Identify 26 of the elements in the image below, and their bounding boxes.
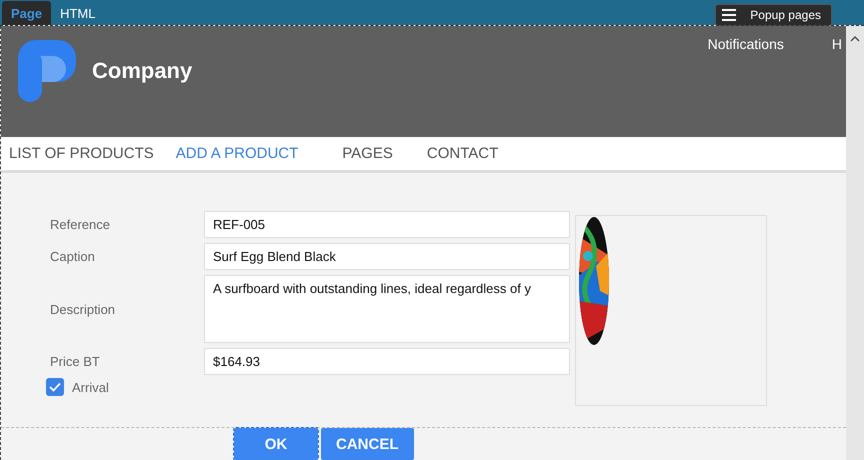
header-link[interactable]: H: [832, 36, 842, 52]
form-button[interactable]: CANCEL: [321, 428, 414, 460]
nav-link[interactable]: CONTACT: [426, 145, 498, 162]
field-label: Caption: [50, 249, 96, 264]
menu-icon: [722, 8, 736, 20]
editor-tab[interactable]: Page: [2, 1, 52, 25]
checkbox[interactable]: [46, 378, 64, 396]
nav-link[interactable]: LIST OF PRODUCTS: [9, 145, 154, 162]
form-button[interactable]: OK: [234, 428, 318, 460]
checkbox-label: Arrival: [72, 380, 109, 394]
company-name: Company: [92, 58, 192, 84]
field-label: Price BT: [50, 354, 101, 369]
input-field[interactable]: Surf Egg Blend Black: [204, 243, 570, 270]
field-label: Description: [50, 302, 116, 316]
field-label: Reference: [50, 217, 111, 232]
scrollbar[interactable]: [846, 26, 864, 460]
text-area[interactable]: A surfboard with outstanding lines, ideal regardless of y: [204, 275, 570, 343]
scroll-up-icon: [850, 36, 860, 42]
editor-tab[interactable]: HTML: [51, 1, 104, 25]
logo-icon: [18, 40, 76, 102]
input-field[interactable]: REF-005: [204, 211, 570, 238]
popup-pages-button[interactable]: Popup pages: [715, 4, 832, 26]
nav-link[interactable]: ADD A PRODUCT: [176, 145, 298, 162]
header-link[interactable]: Notifications: [708, 36, 784, 52]
nav-link[interactable]: PAGES: [342, 145, 393, 162]
input-field[interactable]: $164.93: [204, 348, 570, 375]
